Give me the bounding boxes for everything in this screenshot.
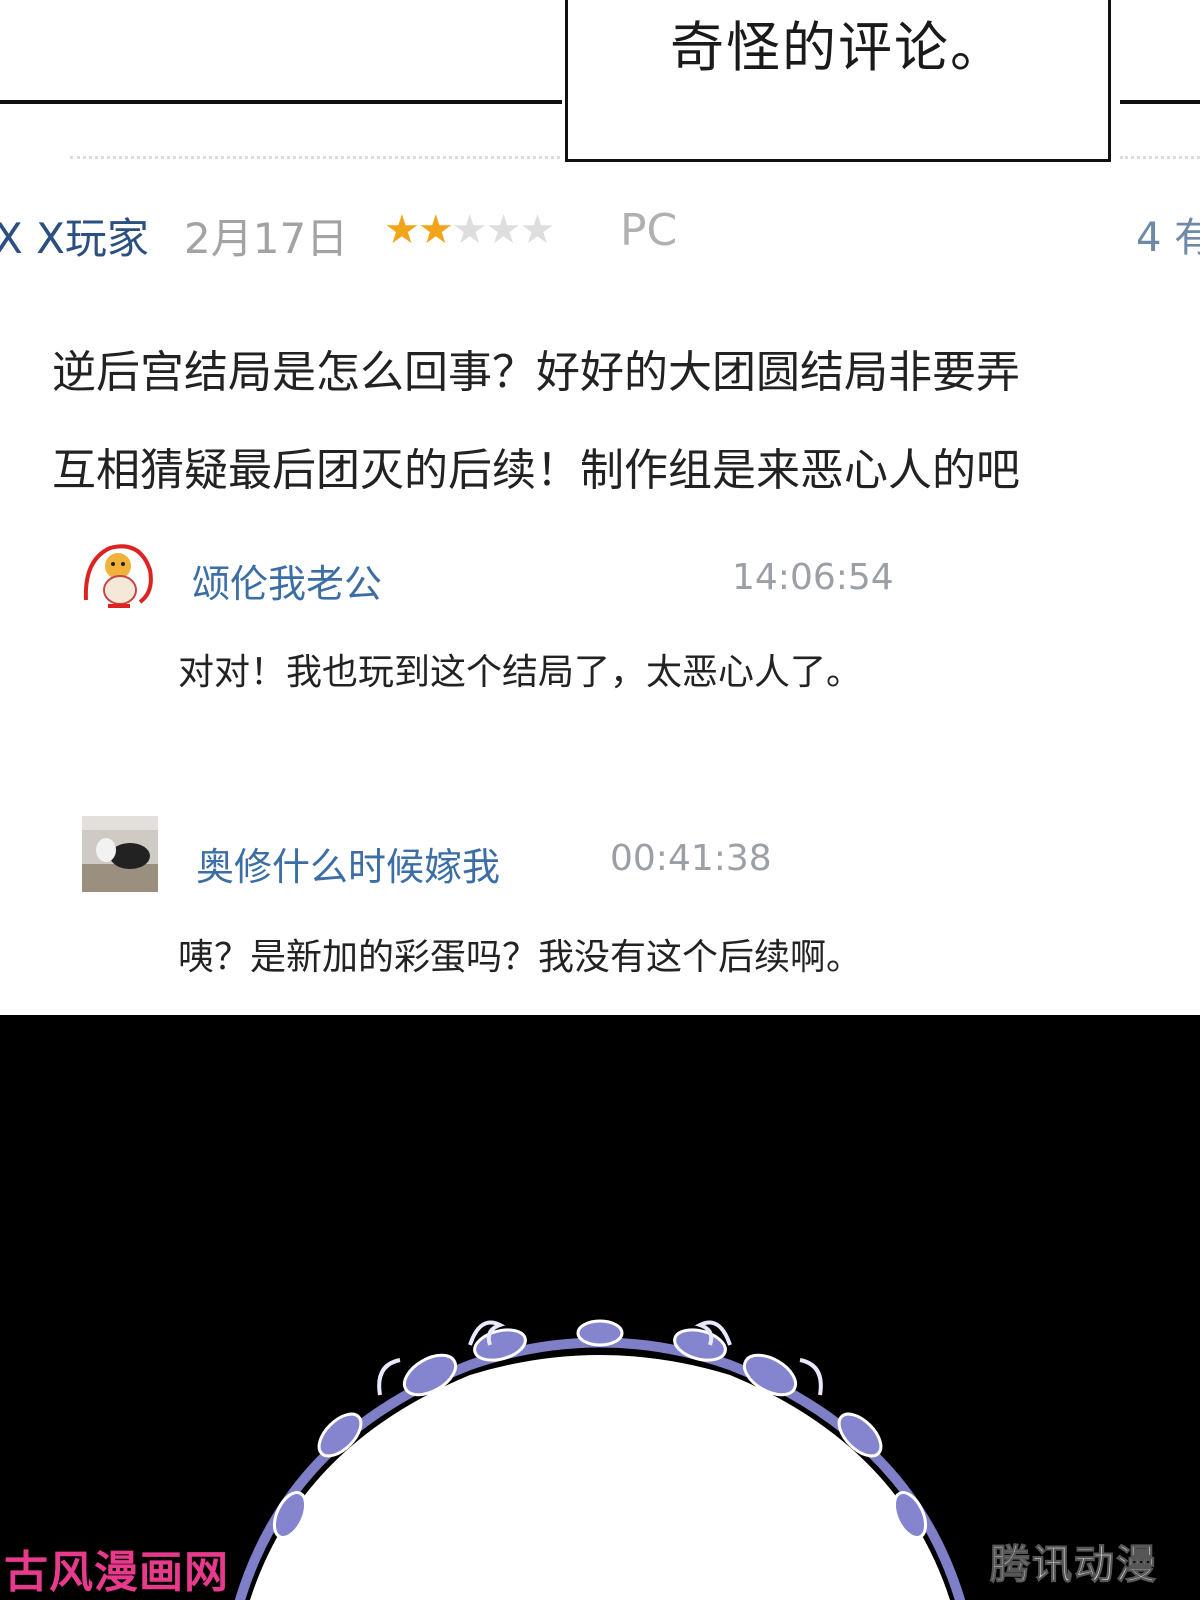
star-filled-icon: ★: [417, 207, 454, 253]
reviewer-name[interactable]: X X玩家: [0, 205, 149, 266]
divider-line: [1120, 100, 1200, 104]
review-date: 2月17日: [184, 214, 349, 263]
avatar-lucky-cat-icon: [80, 540, 156, 616]
watermark-left: 古风漫画网: [4, 1547, 229, 1598]
divider-line: [0, 100, 562, 104]
star-rating: ★★★★★: [384, 207, 555, 253]
narration-text: 奇怪的评论。: [670, 16, 1006, 79]
reply-time: 14:06:54: [732, 557, 894, 598]
avatar-photo-icon: [82, 816, 158, 892]
reply-text: 对对！我也玩到这个结局了，太恶心人了。: [178, 652, 863, 693]
star-empty-icon: ★: [451, 207, 488, 253]
reply-username[interactable]: 奥修什么时候嫁我: [196, 836, 500, 891]
star-empty-icon: ★: [485, 207, 522, 253]
dotted-separator: [1120, 156, 1200, 159]
comic-panel-bottom: [0, 1015, 1200, 1600]
reply-time: 00:41:38: [610, 838, 772, 879]
review-text-line: 互相猜疑最后团灭的后续！制作组是来恶心人的吧: [52, 445, 1020, 496]
avatar[interactable]: [80, 540, 156, 616]
reply-username[interactable]: 颂伦我老公: [192, 553, 382, 608]
helpful-count[interactable]: 4 有: [1136, 205, 1200, 263]
narration-box: 奇怪的评论。: [565, 0, 1111, 162]
watermark-right: 腾讯动漫: [990, 1542, 1158, 1589]
floral-wreath-frame: [235, 1319, 965, 1600]
reply-text: 咦？是新加的彩蛋吗？我没有这个后续啊。: [178, 937, 863, 978]
star-empty-icon: ★: [519, 207, 555, 253]
dotted-separator: [70, 156, 560, 159]
review-text-line: 逆后宫结局是怎么回事？好好的大团圆结局非要弄: [52, 347, 1020, 398]
platform-label: PC: [620, 205, 678, 256]
comic-panel-top: 奇怪的评论。 X X玩家 2月17日 ★★★★★ PC 4 有 逆后宫结局是怎么…: [0, 0, 1200, 1015]
avatar[interactable]: [82, 816, 158, 892]
review-header: X X玩家 2月17日 ★★★★★ PC 4 有: [0, 205, 1200, 265]
star-filled-icon: ★: [384, 207, 420, 253]
